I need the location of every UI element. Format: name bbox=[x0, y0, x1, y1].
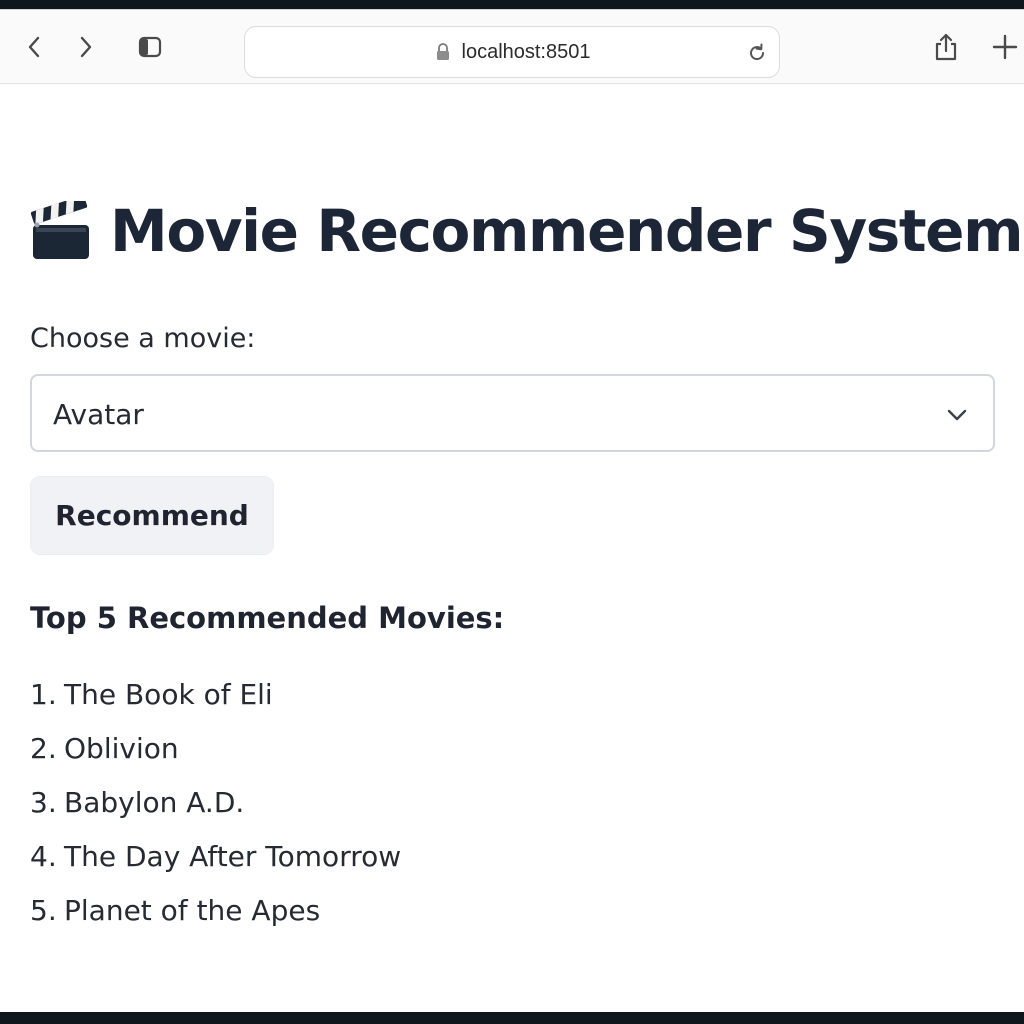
plus-icon bbox=[992, 34, 1018, 60]
url-text: localhost:8501 bbox=[461, 40, 591, 63]
share-icon bbox=[935, 33, 957, 61]
app-main: Movie Recommender System Choose a movie:… bbox=[30, 85, 1024, 1011]
list-item: 5. Planet of the Apes bbox=[30, 883, 401, 937]
reload-icon[interactable] bbox=[745, 41, 769, 65]
select-value: Avatar bbox=[53, 398, 144, 431]
list-item: 2. Oblivion bbox=[30, 721, 401, 775]
address-bar[interactable]: localhost:8501 bbox=[244, 26, 780, 78]
browser-toolbar: localhost:8501 bbox=[0, 10, 1024, 84]
chevron-left-icon bbox=[28, 36, 40, 58]
recommendation-list: 1. The Book of Eli 2. Oblivion 3. Babylon A… bbox=[30, 667, 401, 937]
page-title: Movie Recommender System bbox=[110, 197, 1024, 265]
list-item-number: 5. bbox=[30, 893, 57, 927]
list-item-number: 2. bbox=[30, 731, 57, 765]
list-item-title: Planet of the Apes bbox=[64, 893, 321, 927]
list-item-title: The Book of Eli bbox=[64, 677, 273, 711]
list-item-number: 3. bbox=[30, 785, 57, 819]
back-button[interactable] bbox=[18, 31, 50, 63]
list-item-number: 4. bbox=[30, 839, 57, 873]
chevron-down-icon bbox=[947, 409, 967, 421]
list-item: 4. The Day After Tomorrow bbox=[30, 829, 401, 883]
list-item-title: The Day After Tomorrow bbox=[64, 839, 402, 873]
clapper-board-icon bbox=[30, 201, 89, 259]
window-bottom-edge bbox=[0, 1012, 1024, 1024]
list-item: 3. Babylon A.D. bbox=[30, 775, 401, 829]
sidebar-toggle-button[interactable] bbox=[134, 31, 166, 63]
new-tab-button[interactable] bbox=[989, 31, 1021, 63]
chevron-right-icon bbox=[80, 36, 92, 58]
lock-icon bbox=[434, 42, 452, 62]
movie-select[interactable]: Avatar bbox=[30, 374, 995, 452]
results-heading: Top 5 Recommended Movies: bbox=[30, 601, 505, 635]
list-item-title: Babylon A.D. bbox=[64, 785, 245, 819]
share-button[interactable] bbox=[930, 31, 962, 63]
select-label: Choose a movie: bbox=[30, 323, 256, 354]
window-top-edge bbox=[0, 0, 1024, 9]
list-item-number: 1. bbox=[30, 677, 57, 711]
list-item-title: Oblivion bbox=[64, 731, 179, 765]
title-row: Movie Recommender System bbox=[30, 193, 1024, 269]
sidebar-icon bbox=[138, 36, 162, 58]
list-item: 1. The Book of Eli bbox=[30, 667, 401, 721]
recommend-button[interactable]: Recommend bbox=[30, 476, 274, 555]
forward-button[interactable] bbox=[70, 31, 102, 63]
